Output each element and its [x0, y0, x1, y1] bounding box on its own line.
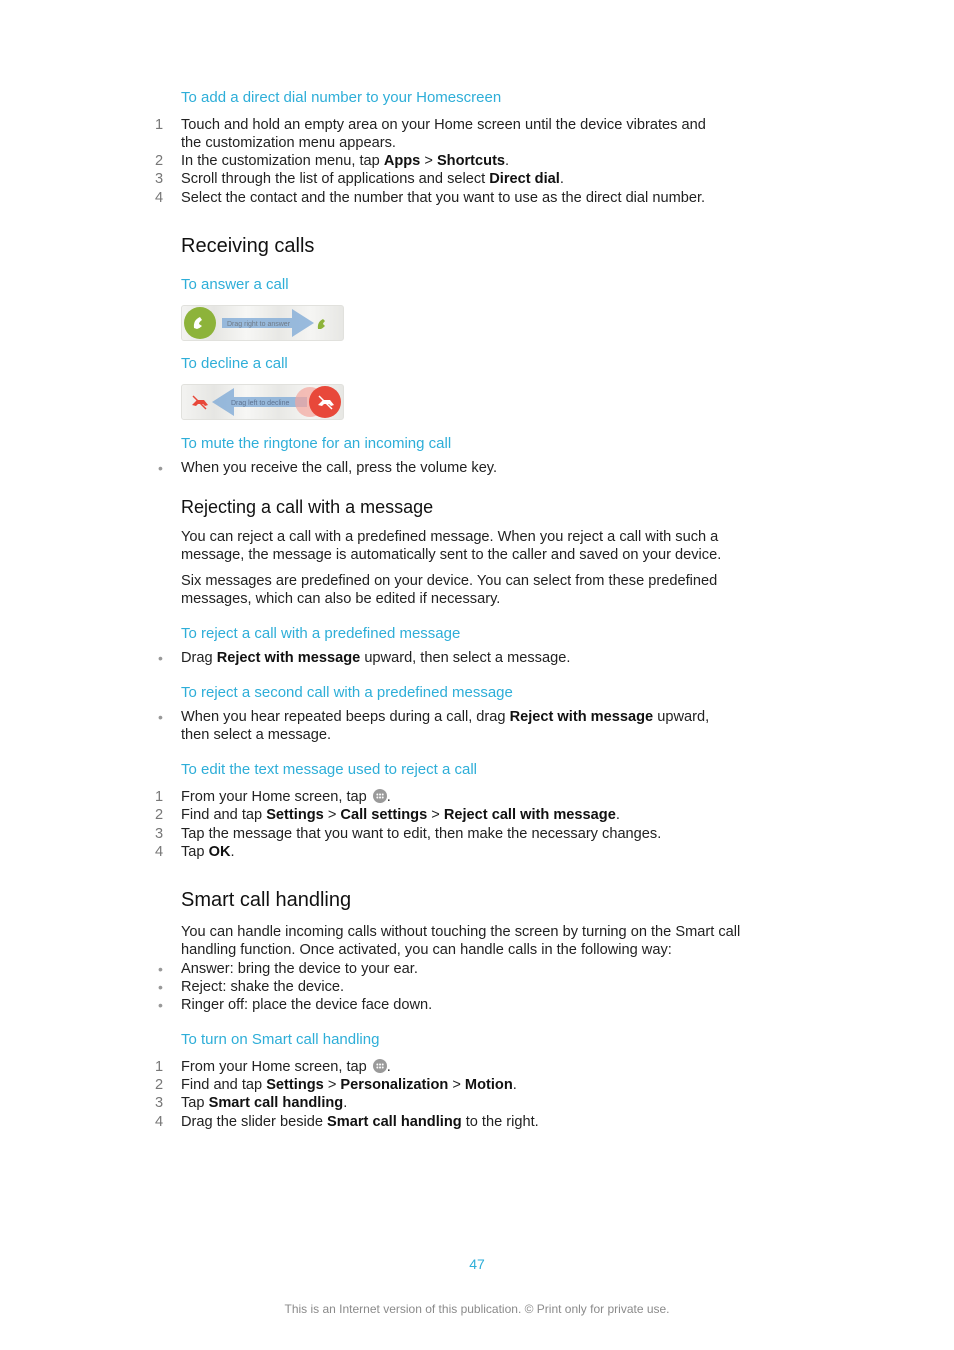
receiving-calls-title: Receiving calls	[181, 235, 315, 257]
smart-bullet-answer: Answer: bring the device to your ear.	[181, 961, 418, 977]
rejecting-paragraph-2: Six messages are predefined on your devi…	[181, 573, 718, 589]
turn-on-smart-heading: To turn on Smart call handling	[181, 1031, 380, 1048]
rejecting-paragraph-2-cont: messages, which can also be edited if ne…	[181, 591, 501, 607]
ui-term-reject-with-message: Reject with message	[216, 650, 361, 666]
answer-handle-circle	[184, 307, 216, 339]
step-number: 3	[155, 1095, 164, 1111]
ui-term-call-settings: Call settings	[340, 807, 428, 823]
step-number: 1	[155, 117, 164, 133]
step-number: 1	[155, 789, 164, 805]
answer-call-heading: To answer a call	[181, 276, 289, 293]
step-text: Touch and hold an empty area on your Hom…	[181, 117, 706, 133]
reject-second-instruction-cont: then select a message.	[181, 727, 332, 743]
ui-term-smart-call-handling: Smart call handling	[327, 1114, 462, 1130]
step-text: In the customization menu, tap Apps > Sh…	[181, 153, 510, 169]
step-number: 4	[155, 1114, 164, 1130]
ui-term-personalization: Personalization	[340, 1077, 449, 1093]
step-text: Tap the message that you want to edit, t…	[181, 826, 662, 842]
step-number: 3	[155, 826, 164, 842]
reject-second-instruction: When you hear repeated beeps during a ca…	[181, 709, 710, 725]
mute-ringtone-heading: To mute the ringtone for an incoming cal…	[181, 435, 452, 452]
answer-slider-graphic: Drag right to answer	[184, 307, 325, 339]
direct-dial-heading: To add a direct dial number to your Home…	[181, 89, 502, 106]
answer-slider-label: Drag right to answer	[227, 321, 291, 328]
bullet-icon: •	[158, 961, 163, 977]
ui-term-settings: Settings	[266, 807, 324, 823]
decline-slider-graphic: Drag left to decline	[192, 386, 341, 418]
step-text: From your Home screen, tap .	[181, 789, 391, 805]
step-text: From your Home screen, tap .	[181, 1059, 391, 1075]
ui-term-smart-call-handling: Smart call handling	[208, 1095, 344, 1111]
smart-paragraph-cont: handling function. Once activated, you c…	[181, 942, 672, 958]
rejecting-paragraph-1: You can reject a call with a predefined …	[181, 529, 719, 545]
step-number: 2	[155, 1077, 164, 1093]
step-number: 3	[155, 171, 164, 187]
bullet-icon: •	[158, 650, 163, 666]
bullet-icon: •	[158, 460, 163, 476]
step-number: 1	[155, 1059, 164, 1075]
step-text: Scroll through the list of applications …	[181, 171, 564, 187]
edit-message-heading: To edit the text message used to reject …	[181, 761, 477, 778]
decline-slider-label: Drag left to decline	[231, 400, 289, 407]
ui-term-reject-call-with-message: Reject call with message	[443, 807, 616, 823]
decline-call-heading: To decline a call	[181, 355, 288, 372]
answer-call-slider-image: Drag right to answer	[181, 305, 344, 341]
ui-term-apps: Apps	[383, 153, 421, 169]
step-text: Tap OK.	[181, 844, 235, 860]
ui-term-motion: Motion	[464, 1077, 513, 1093]
ui-term-ok: OK	[208, 844, 231, 860]
rejecting-message-title: Rejecting a call with a message	[181, 497, 434, 517]
apps-grid-icon	[372, 1059, 387, 1073]
step-number: 2	[155, 807, 164, 823]
reject-predefined-instruction: Drag Reject with message upward, then se…	[181, 650, 571, 666]
mute-ringtone-instruction: When you receive the call, press the vol…	[181, 460, 498, 476]
footer-note: This is an Internet version of this publ…	[284, 1302, 670, 1316]
ui-term-reject-with-message: Reject with message	[509, 709, 654, 725]
ui-term-shortcuts: Shortcuts	[436, 153, 506, 169]
apps-grid-icon	[372, 789, 387, 803]
step-text: Tap Smart call handling.	[181, 1095, 348, 1111]
step-number: 4	[155, 844, 164, 860]
phone-target-icon	[317, 319, 325, 329]
step-text: Select the contact and the number that y…	[181, 190, 706, 206]
step-text: Find and tap Settings > Personalization …	[181, 1077, 517, 1093]
step-text: Drag the slider beside Smart call handli…	[181, 1114, 539, 1130]
bullet-icon: •	[158, 709, 163, 725]
step-number: 4	[155, 190, 164, 206]
smart-bullet-ringer-off: Ringer off: place the device face down.	[181, 997, 433, 1013]
smart-paragraph: You can handle incoming calls without to…	[181, 924, 741, 940]
bullet-icon: •	[158, 997, 163, 1013]
step-text: Find and tap Settings > Call settings > …	[181, 807, 620, 823]
ui-term-settings: Settings	[266, 1077, 324, 1093]
step-text-cont: the customization menu appears.	[181, 135, 396, 151]
page-number: 47	[469, 1256, 485, 1272]
rejecting-paragraph-1-cont: message, the message is automatically se…	[181, 547, 722, 563]
smart-call-handling-title: Smart call handling	[181, 889, 352, 911]
reject-second-heading: To reject a second call with a predefine…	[181, 684, 513, 701]
ui-term-direct-dial: Direct dial	[489, 171, 560, 187]
smart-bullet-reject: Reject: shake the device.	[181, 979, 345, 995]
reject-predefined-heading: To reject a call with a predefined messa…	[181, 625, 461, 642]
bullet-icon: •	[158, 979, 163, 995]
step-number: 2	[155, 153, 164, 169]
decline-call-slider-image: Drag left to decline	[181, 384, 344, 420]
